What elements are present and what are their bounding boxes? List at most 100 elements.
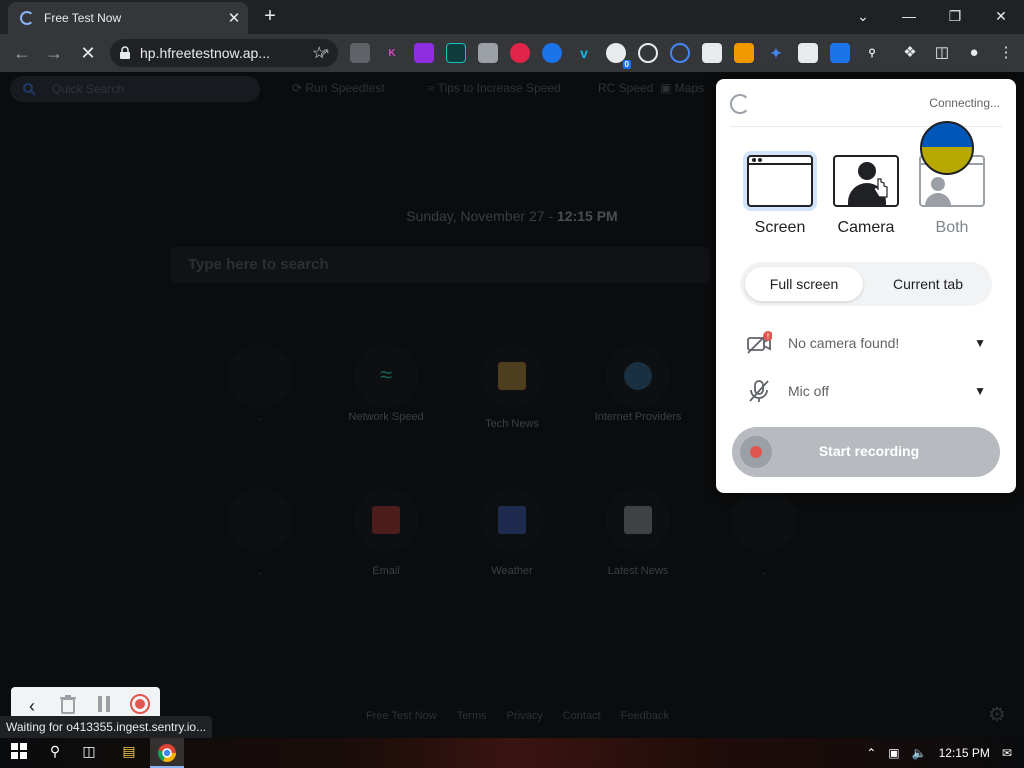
k-extension-icon[interactable]: K [382,43,402,63]
windows-start-icon[interactable] [8,743,30,763]
browser-toolbar: ← → ✕ hp.hfreetestnow.ap... ↗ ☆ K v 0 ✦ … [0,34,1024,72]
maps-label: Maps [674,81,705,95]
network-icon[interactable]: ▣ [888,746,899,760]
address-bar[interactable]: hp.hfreetestnow.ap... ↗ [110,39,338,67]
mic-select-label: Mic off [788,383,829,399]
player-extension-icon[interactable] [542,43,562,63]
footer-link-terms[interactable]: Terms [457,710,487,722]
tile-weather[interactable]: Weather [462,488,562,579]
maps-link[interactable]: ▣ Maps [660,81,704,95]
full-screen-option[interactable]: Full screen [745,267,863,301]
mode-screen-label: Screen [754,219,806,236]
taskbar-clock[interactable]: 12:15 PM [939,746,990,760]
tile-network-speed[interactable]: ≈ Network Speed [336,344,436,425]
bolt-extension-icon[interactable] [414,43,434,63]
date-text: Sunday, November 27 - [406,208,557,224]
monitor-extension-icon[interactable] [702,43,722,63]
tile-email[interactable]: Email [336,488,436,579]
translate-extension-icon[interactable] [830,43,850,63]
tile-empty-3[interactable]: . [714,488,814,579]
start-recording-button[interactable]: Start recording [732,427,1000,477]
email-icon [372,506,400,534]
new-tab-button[interactable]: + [258,4,282,28]
search-icon [23,83,36,96]
profile-avatar-icon[interactable]: ● [964,43,984,63]
c-extension-icon[interactable] [670,43,690,63]
sparkle-extension-icon[interactable]: ✦ [766,43,786,63]
camera-person-icon [833,155,899,207]
timer-extension-icon[interactable]: 0 [606,43,631,69]
file-explorer-icon[interactable]: ▤ [118,743,140,763]
speedometer-extension-icon[interactable] [638,43,658,63]
browser-tab[interactable]: Free Test Now ✕ [8,2,248,34]
mic-off-icon [749,380,769,402]
forward-button[interactable]: → [42,41,66,65]
tips-link[interactable]: ≈ Tips to Increase Speed [428,81,561,95]
chrome-taskbar-icon[interactable] [150,738,184,768]
stop-loading-button[interactable]: ✕ [76,41,100,65]
taskbar-search-icon[interactable]: ⚲ [44,743,66,763]
restore-button[interactable]: ❐ [932,2,978,30]
camera-select[interactable]: ! No camera found! ▼ [746,328,986,358]
extension-badge: 0 [622,60,631,69]
volume-icon[interactable]: 🔈 [912,746,927,760]
cursor-hand-icon [873,178,888,198]
start-recording-label: Start recording [818,443,920,459]
snack-extension-icon[interactable] [510,43,530,63]
trash-icon[interactable] [53,694,83,719]
mic-select[interactable]: Mic off ▼ [746,376,986,406]
puzzle-extensions-icon[interactable]: ❖ [900,43,920,63]
footer-link-feedback[interactable]: Feedback [621,710,669,722]
tray-chevron-up-icon[interactable]: ⌃ [866,746,876,760]
windows-taskbar: ⚲ ◫ ▤ ⌃ ▣ 🔈 12:15 PM ✉ [0,738,1024,768]
tile-label: Email [372,565,400,577]
footer-link-privacy[interactable]: Privacy [507,710,543,722]
chevron-down-icon: ▼ [974,336,986,350]
footer-link-home[interactable]: Free Test Now [366,710,437,722]
task-view-icon[interactable]: ◫ [78,743,100,763]
vimeo-extension-icon[interactable]: v [574,43,594,63]
status-bar: Waiting for o413355.ingest.sentry.io... [0,716,213,738]
bookmark-star-icon[interactable]: ☆ [312,43,326,63]
settings-gear-icon[interactable]: ⚙ [988,702,1006,727]
tile-circle [354,488,418,552]
extensions-row: K v 0 ✦ ⚲ [350,43,894,69]
search-extension-icon[interactable]: ⚲ [862,43,882,63]
menu-kebab-icon[interactable]: ⋮ [996,43,1016,63]
camera-preview-bubble[interactable] [920,121,974,175]
image-extension-icon[interactable] [734,43,754,63]
notifications-icon[interactable]: ✉ [1002,746,1012,760]
collapse-chevron-icon[interactable]: ‹ [17,696,47,717]
side-panel-icon[interactable]: ◫ [932,43,952,63]
news-icon [624,506,652,534]
tab-close-button[interactable]: ✕ [220,9,248,27]
tile-label: Network Speed [348,411,424,423]
minimize-button[interactable]: — [886,2,932,30]
tab-title: Free Test Now [44,11,122,25]
speed-link[interactable]: RC Speed [598,81,653,95]
back-button[interactable]: ← [10,41,34,65]
pause-icon[interactable] [89,695,119,718]
tile-circle: ≈ [354,344,418,408]
chevron-down-icon: ▼ [974,384,986,398]
tile-latest-news[interactable]: Latest News [588,488,688,579]
tab-search-chevron-icon[interactable]: ⌄ [840,2,886,30]
system-tray: ⌃ ▣ 🔈 12:15 PM ✉ [866,738,1024,768]
tile-empty-2[interactable]: . [210,488,310,579]
grammar-extension-icon[interactable] [446,43,466,63]
camera-extension-icon[interactable] [350,43,370,63]
quick-search-bar[interactable]: Quick Search [10,76,260,102]
mode-camera-option[interactable]: Camera [828,155,904,237]
close-window-button[interactable]: ✕ [978,2,1024,30]
current-tab-option[interactable]: Current tab [868,267,988,301]
run-speedtest-link[interactable]: ⟳ Run Speedtest [292,81,385,95]
footer-link-contact[interactable]: Contact [563,710,601,722]
main-search-input[interactable]: Type here to search [170,247,710,283]
tile-internet-providers[interactable]: Internet Providers [588,344,688,425]
mode-screen-option[interactable]: Screen [742,155,818,237]
tile-empty-1[interactable]: . [210,344,310,425]
k-bookmark-extension-icon[interactable] [478,43,498,63]
tile-tech-news[interactable]: Tech News [462,344,562,432]
svg-text:!: ! [766,332,769,341]
picture-extension-icon[interactable] [798,43,818,63]
